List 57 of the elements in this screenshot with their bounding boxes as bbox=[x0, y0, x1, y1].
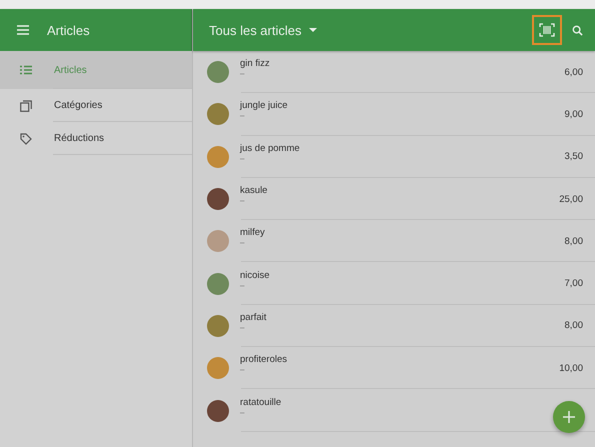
article-detail: – bbox=[240, 408, 246, 417]
sidebar-title: Articles bbox=[47, 22, 90, 38]
article-name: milfey bbox=[240, 227, 266, 238]
photo-placeholder bbox=[207, 272, 229, 295]
article-name: jus de pomme bbox=[240, 142, 301, 154]
article-detail: – bbox=[240, 238, 246, 248]
article-name: kasule bbox=[240, 185, 268, 196]
article-detail: – bbox=[240, 154, 246, 163]
tag-icon bbox=[20, 132, 32, 144]
article-detail: – bbox=[240, 365, 246, 374]
copy-icon bbox=[20, 100, 32, 112]
sidebar-item[interactable]: Catégories bbox=[0, 89, 192, 122]
barcode-scan-button[interactable] bbox=[532, 15, 562, 45]
article-row[interactable]: parfait – 8,00 bbox=[193, 304, 595, 348]
article-row[interactable]: jus de pomme – 3,50 bbox=[193, 136, 595, 178]
article-name: jungle juice bbox=[240, 100, 289, 112]
article-row[interactable]: kasule – 25,00 bbox=[193, 178, 595, 220]
article-detail: – bbox=[240, 69, 246, 78]
article-name: profiteroles bbox=[240, 354, 288, 366]
menu-icon[interactable] bbox=[17, 25, 29, 35]
photo-placeholder bbox=[207, 188, 229, 210]
article-row[interactable]: gin fizz – 6,00 bbox=[193, 51, 595, 94]
article-name: gin fizz bbox=[240, 58, 271, 70]
article-price: 25,00 bbox=[559, 194, 583, 205]
barcode-icon bbox=[539, 23, 555, 37]
add-button[interactable] bbox=[553, 401, 585, 433]
article-detail: – bbox=[240, 196, 246, 206]
photo-placeholder bbox=[207, 400, 229, 422]
photo-placeholder bbox=[207, 314, 229, 337]
article-name: ratatouille bbox=[240, 396, 282, 408]
article-detail: – bbox=[240, 280, 246, 290]
photo-placeholder bbox=[207, 146, 229, 168]
article-row[interactable]: milfey – 8,00 bbox=[193, 220, 595, 262]
photo-placeholder bbox=[207, 357, 229, 380]
article-price: 6,00 bbox=[564, 66, 583, 78]
plus-icon bbox=[563, 411, 575, 423]
article-name: nicoise bbox=[240, 270, 271, 281]
article-price: 7,00 bbox=[564, 278, 583, 290]
article-detail: – bbox=[240, 322, 246, 332]
sidebar-item[interactable]: Réductions bbox=[0, 122, 192, 155]
search-icon[interactable] bbox=[572, 24, 583, 36]
article-row[interactable]: ratatouille – bbox=[193, 389, 595, 432]
article-price: 3,50 bbox=[564, 151, 583, 162]
article-price: 10,00 bbox=[559, 362, 583, 374]
article-row[interactable]: profiteroles – 10,00 bbox=[193, 347, 595, 390]
caret-icon bbox=[309, 28, 318, 32]
article-row[interactable]: jungle juice – 9,00 bbox=[193, 93, 595, 136]
article-row[interactable]: nicoise – 7,00 bbox=[193, 262, 595, 305]
article-price: 9,00 bbox=[564, 108, 583, 120]
photo-placeholder bbox=[207, 230, 229, 252]
photo-placeholder bbox=[207, 103, 229, 126]
article-detail: – bbox=[240, 111, 246, 120]
list-icon bbox=[20, 65, 32, 75]
article-price: 8,00 bbox=[564, 236, 583, 247]
article-price: 8,00 bbox=[564, 320, 583, 332]
article-name: parfait bbox=[240, 312, 268, 323]
photo-placeholder bbox=[207, 61, 229, 84]
